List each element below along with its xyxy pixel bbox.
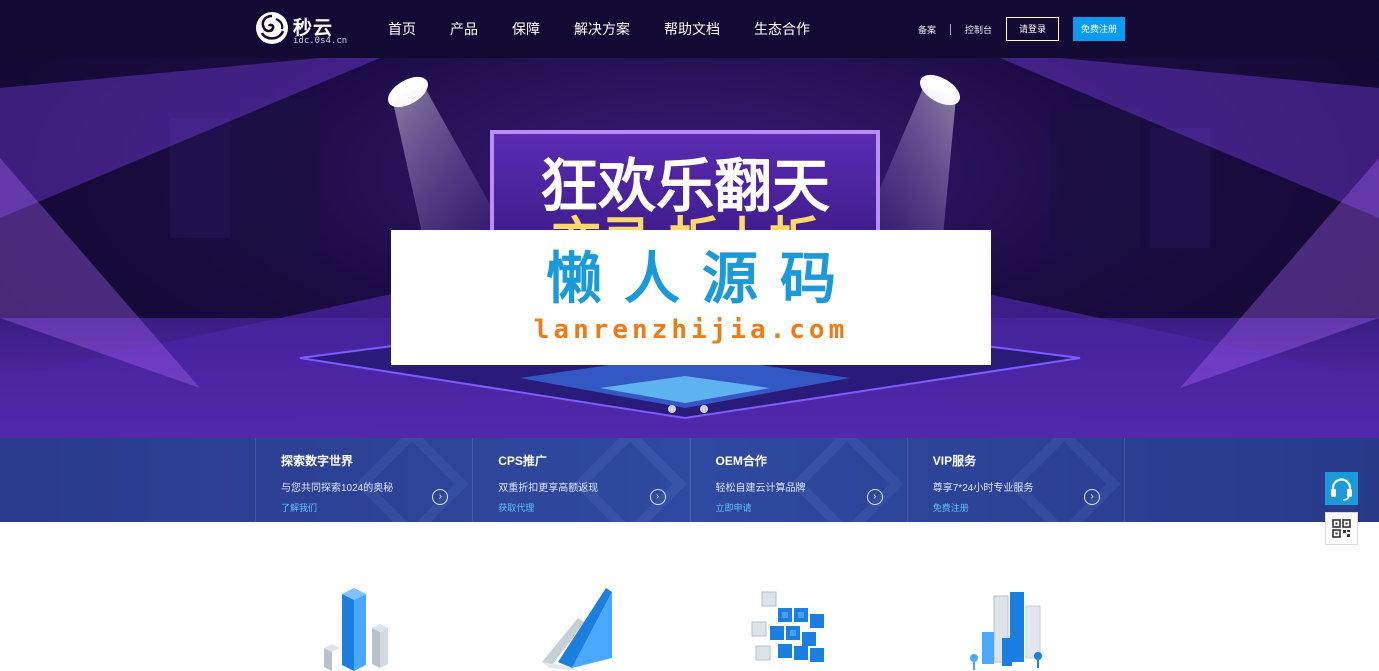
- site-logo[interactable]: 秒云 idc.0s4.cn: [255, 10, 375, 48]
- nav-item-solutions[interactable]: 解决方案: [557, 0, 647, 58]
- feature-card-oem[interactable]: OEM合作 轻松自建云计算品牌 立即申请 ›: [691, 438, 908, 522]
- qr-code-icon: [1332, 519, 1351, 538]
- qr-code-button[interactable]: [1325, 512, 1358, 545]
- chevron-right-icon[interactable]: ›: [1084, 489, 1100, 505]
- banner-headline: 狂欢乐翻天: [540, 152, 830, 220]
- logo-subtitle: idc.0s4.cn: [293, 36, 348, 46]
- customer-service-button[interactable]: [1325, 472, 1358, 505]
- login-button[interactable]: 请登录: [1005, 17, 1059, 41]
- feature-card-title: OEM合作: [715, 454, 767, 468]
- feature-card-title: 探索数字世界: [281, 454, 354, 468]
- main-nav: 首页 产品 保障 解决方案 帮助文档 生态合作: [371, 0, 827, 58]
- nav-item-guarantee[interactable]: 保障: [495, 0, 557, 58]
- carousel-dot-2[interactable]: [700, 405, 708, 413]
- cube-grid-icon: [751, 591, 824, 662]
- feature-strip: 探索数字世界 与您共同探索1024的奥秘 了解我们 › CPS推广 双重折扣更享…: [0, 438, 1379, 522]
- bar-blocks-icon: [324, 588, 388, 671]
- top-navigation-bar: 秒云 idc.0s4.cn 首页 产品 保障 解决方案 帮助文档 生态合作 备案…: [0, 0, 1379, 58]
- console-link[interactable]: 控制台: [965, 23, 992, 36]
- logo-swirl-icon: [256, 12, 288, 44]
- feature-cards: 探索数字世界 与您共同探索1024的奥秘 了解我们 › CPS推广 双重折扣更享…: [255, 438, 1125, 522]
- watermark-title: 懒人源码: [546, 247, 858, 312]
- nav-item-home[interactable]: 首页: [371, 0, 433, 58]
- feature-card-title: CPS推广: [498, 454, 547, 468]
- page: 秒云 idc.0s4.cn 首页 产品 保障 解决方案 帮助文档 生态合作 备案…: [0, 0, 1379, 671]
- products-section: [0, 522, 1379, 671]
- carousel-dots: [668, 405, 708, 413]
- watermark-overlay: 懒人源码 lanrenzhijia.com: [391, 230, 991, 365]
- feature-card-vip[interactable]: VIP服务 尊享7*24小时专业服务 免费注册 ›: [908, 438, 1125, 522]
- header-actions: 备案 控制台 请登录 免费注册: [918, 17, 1125, 41]
- city-blocks-icon: [970, 592, 1042, 670]
- nav-item-products[interactable]: 产品: [433, 0, 495, 58]
- chevron-right-icon[interactable]: ›: [866, 489, 883, 505]
- feature-card-explore[interactable]: 探索数字世界 与您共同探索1024的奥秘 了解我们 ›: [256, 438, 474, 522]
- feature-card-title: VIP服务: [932, 454, 977, 468]
- feature-card-cps[interactable]: CPS推广 双重折扣更享高额返现 获取代理 ›: [473, 438, 691, 522]
- ramp-icon: [542, 588, 612, 671]
- nav-item-help-docs[interactable]: 帮助文档: [647, 0, 737, 58]
- headset-icon: [1331, 478, 1352, 501]
- nav-item-ecosystem[interactable]: 生态合作: [737, 0, 827, 58]
- record-link[interactable]: 备案: [918, 23, 936, 36]
- divider: [949, 23, 951, 35]
- carousel-dot-1[interactable]: [668, 405, 676, 413]
- register-button[interactable]: 免费注册: [1072, 17, 1125, 41]
- chevron-right-icon[interactable]: ›: [649, 489, 666, 505]
- watermark-url: lanrenzhijia.com: [533, 315, 849, 345]
